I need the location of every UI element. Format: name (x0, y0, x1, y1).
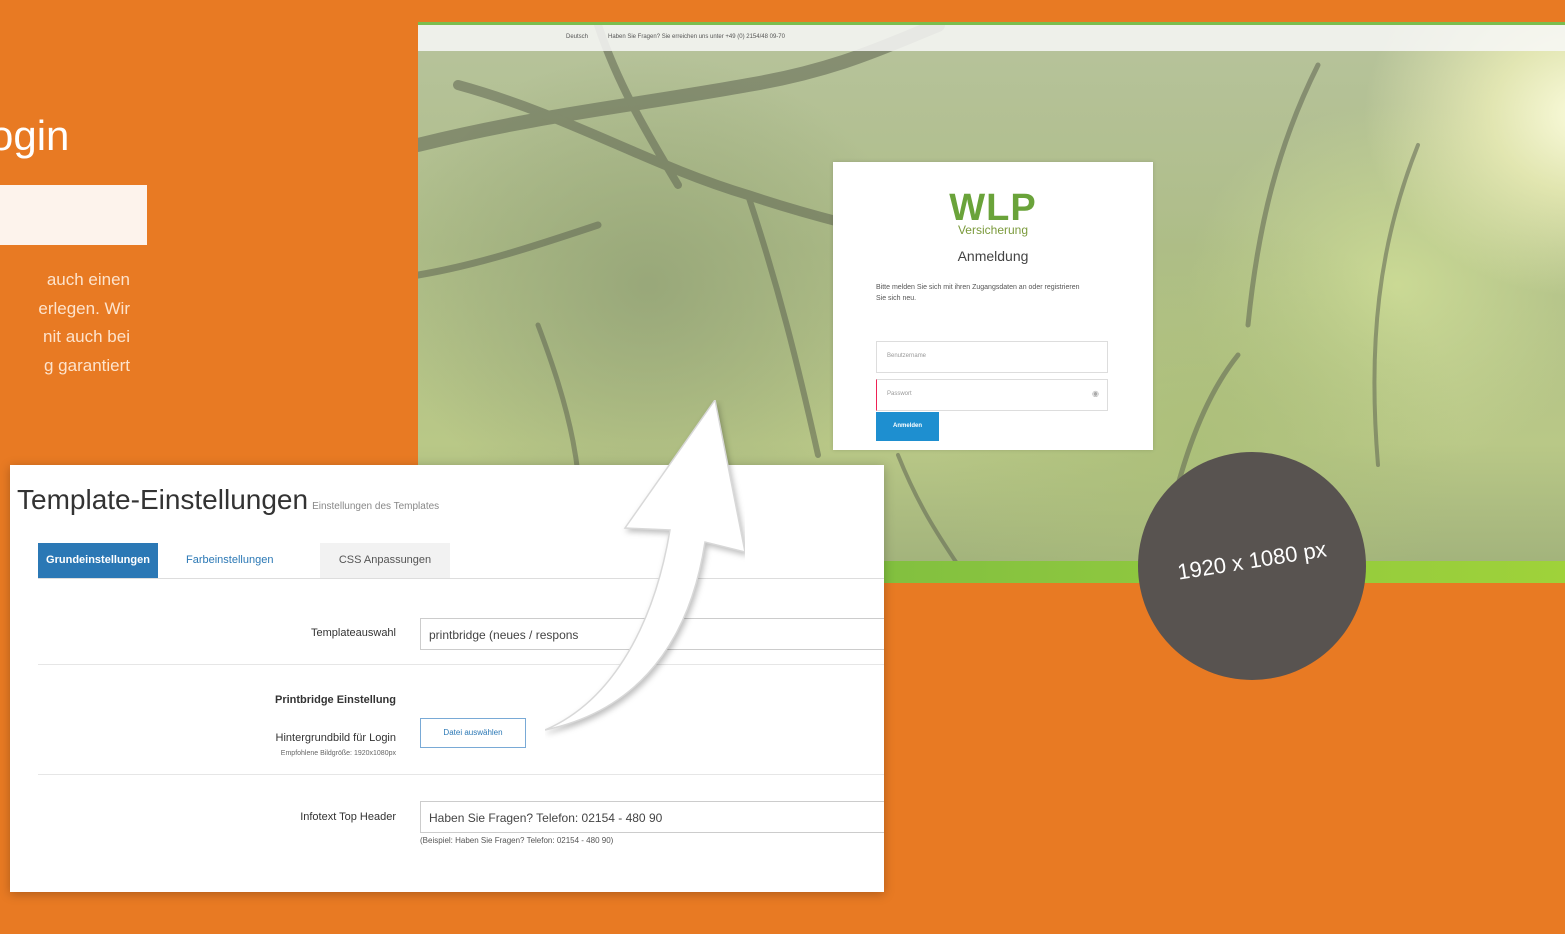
curved-arrow-icon (545, 400, 745, 731)
login-card: WLP Versicherung Anmeldung Bitte melden … (833, 162, 1153, 450)
file-select-label: Datei auswählen (443, 728, 503, 737)
password-placeholder: Passwort (887, 391, 912, 397)
page-title: Template-Einstellungen Einstellungen des … (17, 484, 439, 516)
username-field[interactable]: Benutzername (876, 341, 1108, 373)
template-settings-panel: Template-Einstellungen Einstellungen des … (10, 465, 884, 892)
resolution-text: 1920 x 1080 px (1175, 536, 1329, 585)
infotext-label: Infotext Top Header (300, 811, 396, 823)
infotext-value: Haben Sie Fragen? Telefon: 02154 - 480 9… (429, 811, 663, 825)
file-select-button[interactable]: Datei auswählen (420, 718, 526, 748)
logo-subtitle: Versicherung (957, 223, 1029, 237)
row-divider (38, 664, 884, 665)
title-highlight-bar (0, 185, 147, 245)
page-subtitle: Einstellungen des Templates (312, 501, 440, 512)
tab-farbeinstellungen[interactable]: Farbeinstellungen (186, 543, 273, 578)
section-heading: Printbridge Einstellung (274, 694, 396, 706)
section-title: ogin (0, 112, 70, 159)
infotext-hint: (Beispiel: Haben Sie Fragen? Telefon: 02… (420, 836, 614, 845)
row-divider (38, 774, 884, 775)
password-field[interactable]: Passwort ◉ (876, 379, 1108, 411)
intro-paragraph: auch einen erlegen. Wir nit auch bei g g… (0, 266, 130, 380)
template-select-label: Templateauswahl (311, 627, 396, 639)
paragraph-line: g garantiert (44, 355, 130, 375)
bg-image-label: Hintergrundbild für Login (275, 732, 396, 744)
header-infotext: Haben Sie Fragen? Sie erreichen uns unte… (608, 34, 785, 40)
language-selector[interactable]: Deutsch (566, 34, 588, 40)
resolution-badge: 1920 x 1080 px (1138, 452, 1366, 680)
username-placeholder: Benutzername (887, 353, 927, 359)
eye-icon[interactable]: ◉ (1092, 389, 1099, 398)
bg-image-hint: Empfohlene Bildgröße: 1920x1080px (280, 750, 396, 757)
login-button[interactable]: Anmelden (876, 412, 939, 441)
tab-grundeinstellungen[interactable]: Grundeinstellungen (38, 543, 158, 578)
paragraph-line: auch einen (46, 270, 130, 289)
infotext-input[interactable]: Haben Sie Fragen? Telefon: 02154 - 480 9… (420, 801, 884, 833)
login-top-header: Deutsch Haben Sie Fragen? Sie erreichen … (418, 25, 1565, 51)
page-title-text: Template-Einstellungen (17, 484, 309, 515)
paragraph-line: erlegen. Wir (38, 298, 130, 318)
paragraph-line: nit auch bei (43, 327, 130, 346)
login-heading: Anmeldung (957, 248, 1029, 264)
login-hint-text: Bitte melden Sie sich mit ihren Zugangsd… (876, 284, 1080, 302)
tab-css-anpassungen[interactable]: CSS Anpassungen (320, 543, 450, 578)
tabs-divider (38, 578, 884, 579)
